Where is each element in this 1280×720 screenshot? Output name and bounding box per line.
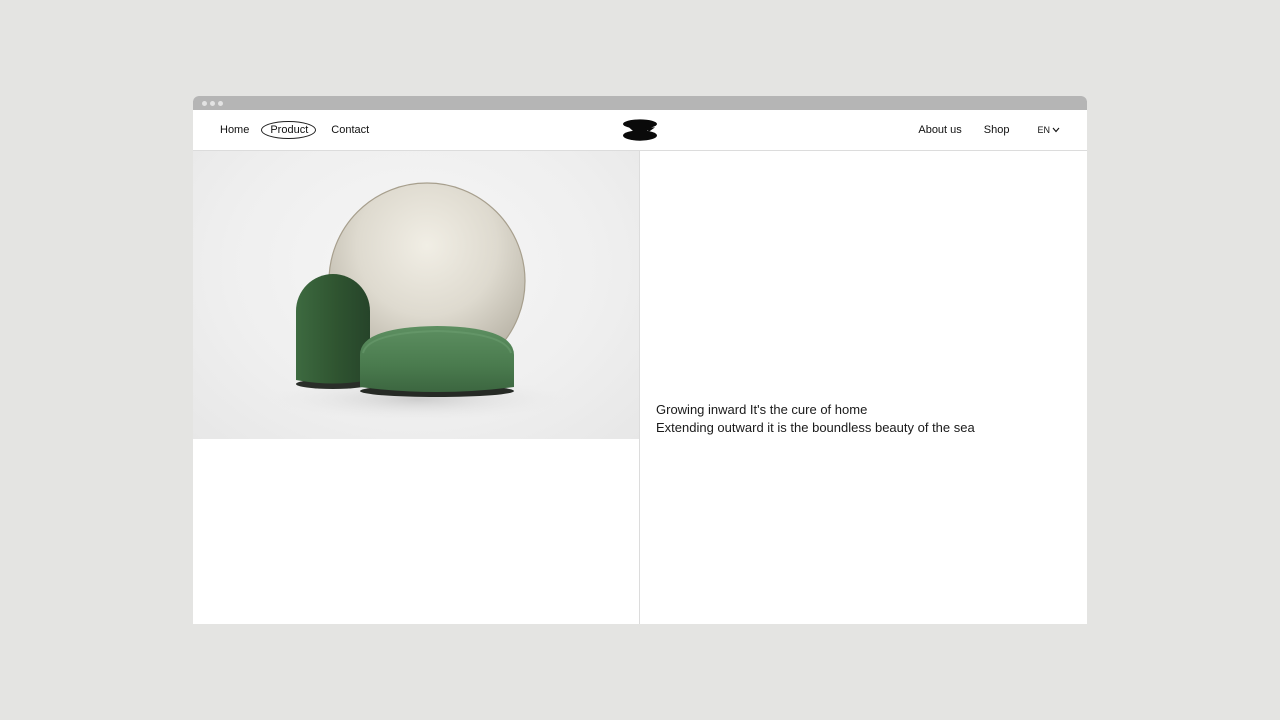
hero-tagline: Growing inward It's the cure of home Ext… <box>656 401 975 436</box>
window-titlebar <box>193 96 1087 110</box>
nav-about-link[interactable]: About us <box>918 124 961 136</box>
window-close-dot[interactable] <box>202 100 207 106</box>
nav-right-group: About us Shop EN <box>918 110 1060 150</box>
sofa-illustration <box>268 182 568 421</box>
column-divider <box>639 151 640 624</box>
window-maximize-dot[interactable] <box>218 100 223 106</box>
product-photo <box>193 151 639 439</box>
tagline-line-1: Growing inward It's the cure of home <box>656 402 868 417</box>
nav-contact-link[interactable]: Contact <box>331 124 369 136</box>
window-minimize-dot[interactable] <box>210 100 215 106</box>
chevron-down-icon <box>1052 127 1060 133</box>
top-navigation: Home Product Contact About us Shop EN <box>193 110 1087 151</box>
brand-logo-icon[interactable] <box>623 119 657 141</box>
nav-home-link[interactable]: Home <box>220 124 249 136</box>
browser-window: Home Product Contact About us Shop EN Gr… <box>193 96 1087 624</box>
language-selector[interactable]: EN <box>1037 125 1060 135</box>
main-content: Growing inward It's the cure of home Ext… <box>193 151 1087 624</box>
nav-product-link[interactable]: Product <box>261 121 317 139</box>
tagline-line-2: Extending outward it is the boundless be… <box>656 419 975 435</box>
language-label: EN <box>1037 125 1050 135</box>
nav-shop-link[interactable]: Shop <box>984 124 1010 136</box>
nav-left-group: Home Product Contact <box>220 110 369 150</box>
